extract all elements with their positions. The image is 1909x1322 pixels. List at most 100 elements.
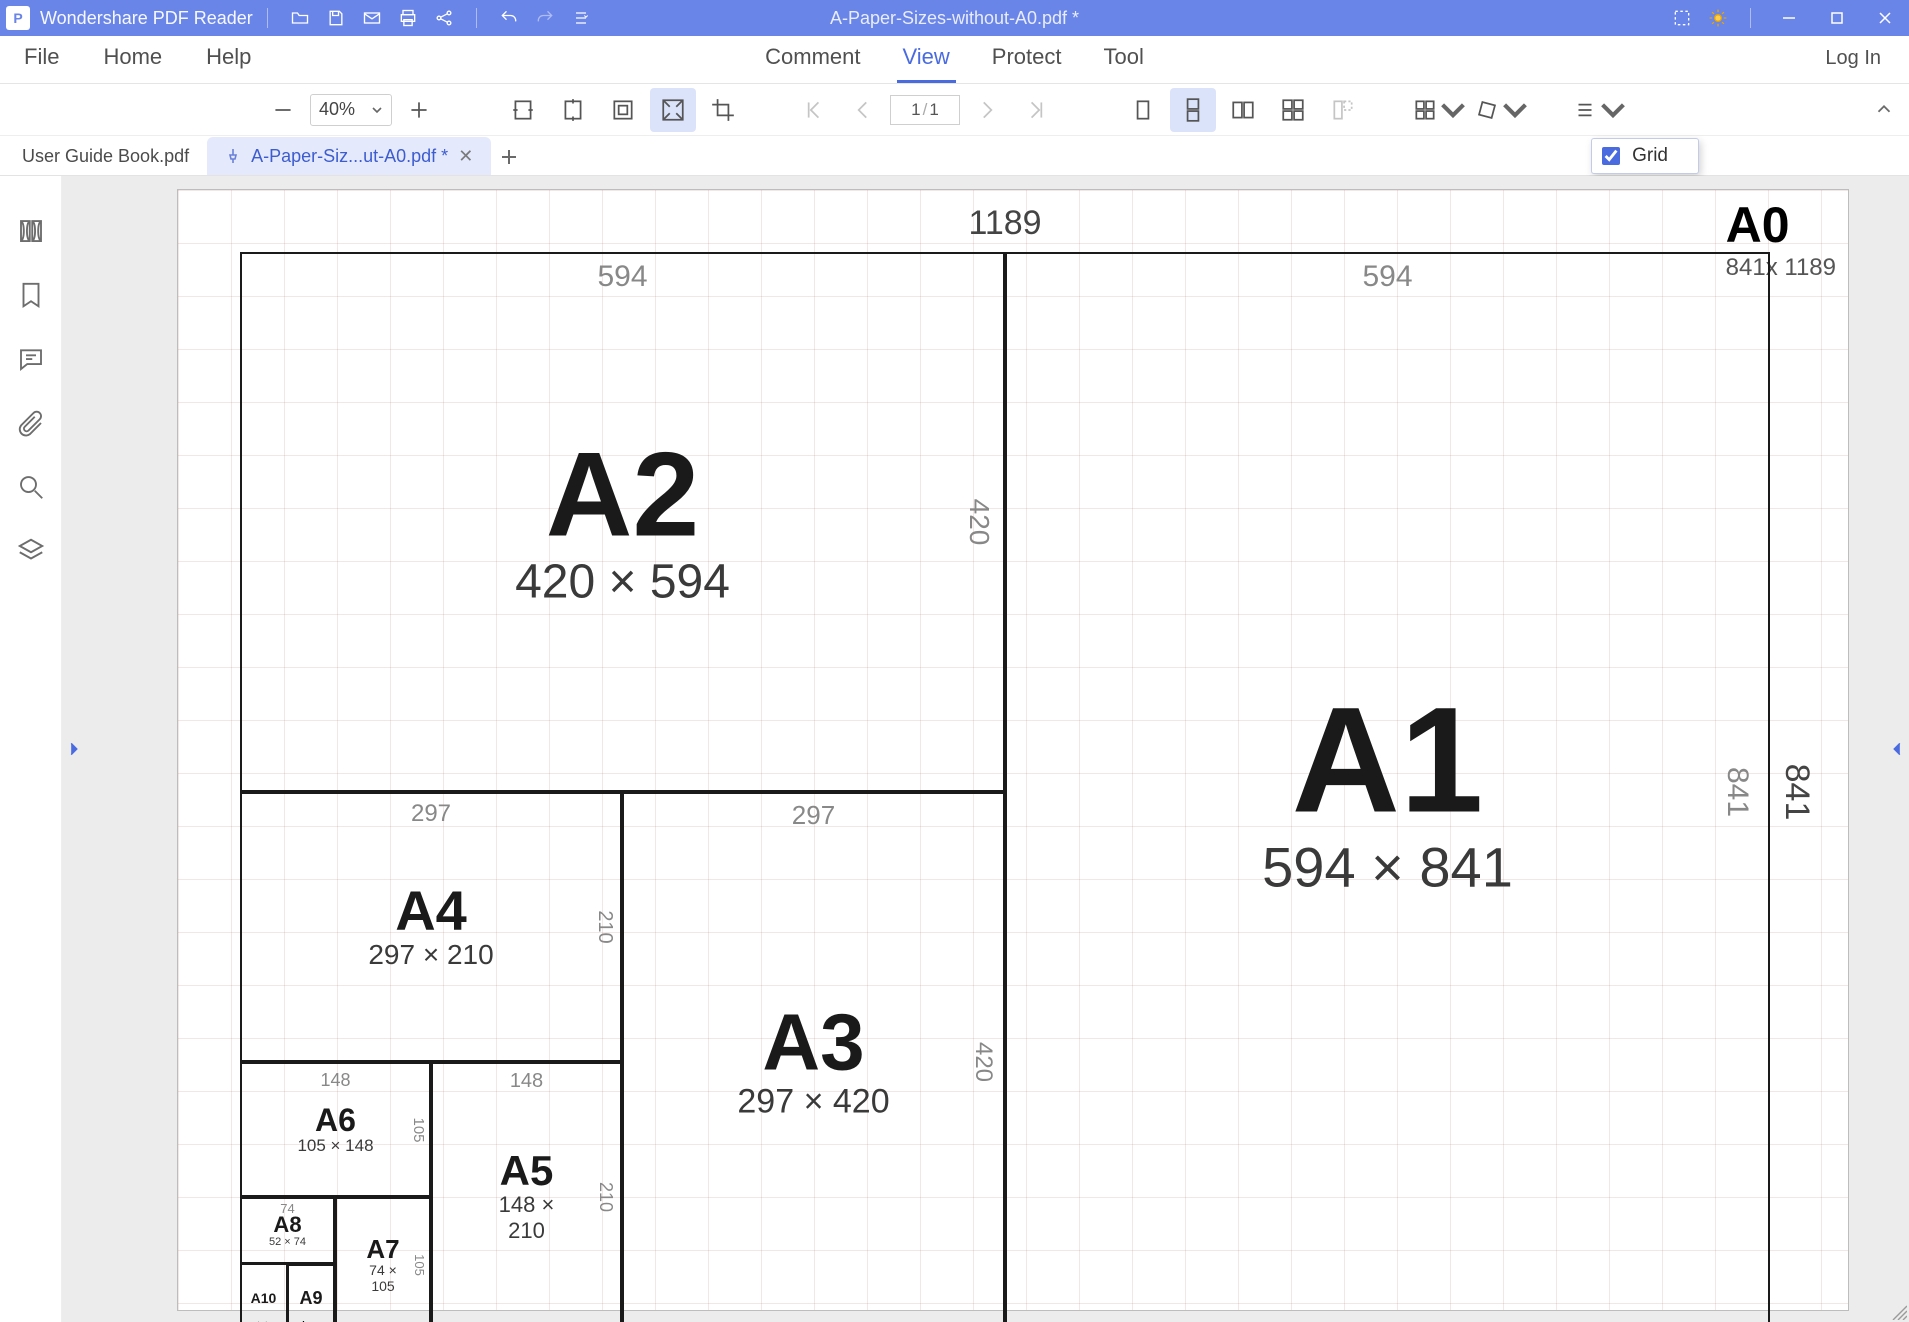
menu-home[interactable]: Home: [97, 44, 168, 83]
menu-view[interactable]: View: [897, 44, 956, 83]
share-icon[interactable]: [426, 0, 462, 36]
document-tab-userguide[interactable]: User Guide Book.pdf: [4, 137, 207, 175]
fit-page-icon[interactable]: [600, 88, 646, 132]
box-a1: 594 841 A1 594 × 841: [1005, 252, 1770, 1322]
a9-name: A9: [299, 1289, 322, 1307]
menu-comment[interactable]: Comment: [759, 44, 866, 83]
window-minimize-button[interactable]: [1765, 0, 1813, 36]
separator: [476, 8, 477, 28]
a2-name: A2: [515, 435, 730, 555]
paper-size-diagram: 1189 841 A0 841x 1189 594 841 A1 594 × 8…: [240, 252, 1770, 1322]
list-dropdown[interactable]: [1570, 88, 1628, 132]
view-toolbar: 40% 1 / 1: [0, 84, 1909, 136]
a5-name: A5: [480, 1150, 574, 1192]
undo-icon[interactable]: [491, 0, 527, 36]
left-side-panel: [0, 176, 62, 1322]
expand-right-panel-handle[interactable]: [1889, 719, 1905, 779]
menu-help[interactable]: Help: [200, 44, 257, 83]
app-logo-icon: P: [6, 6, 30, 30]
print-icon[interactable]: [390, 0, 426, 36]
theme-sun-icon[interactable]: [1700, 0, 1736, 36]
a1-width: 594: [1362, 260, 1412, 294]
save-icon[interactable]: [318, 0, 354, 36]
expand-left-panel-handle[interactable]: [66, 719, 82, 779]
tab-close-button[interactable]: ✕: [458, 146, 473, 167]
mail-icon[interactable]: [354, 0, 390, 36]
menu-file[interactable]: File: [18, 44, 65, 83]
app-name: Wondershare PDF Reader: [40, 8, 253, 29]
comments-icon[interactable]: [16, 344, 46, 374]
fit-height-icon[interactable]: [550, 88, 596, 132]
first-page-button[interactable]: [790, 88, 836, 132]
thumbnails-icon[interactable]: [16, 216, 46, 246]
a5-height: 210: [595, 1182, 616, 1212]
box-a2: 594 420 A2 420 × 594: [240, 252, 1005, 792]
pdf-page: 1189 841 A0 841x 1189 594 841 A1 594 × 8…: [178, 190, 1848, 1310]
redo-icon[interactable]: [527, 0, 563, 36]
zoom-select[interactable]: 40%: [310, 94, 392, 126]
menu-bar: File Home Help Comment View Protect Tool…: [0, 36, 1909, 84]
continuous-page-icon[interactable]: [1170, 88, 1216, 132]
bookmarks-icon[interactable]: [16, 280, 46, 310]
screenshot-icon[interactable]: [1664, 0, 1700, 36]
crop-icon[interactable]: [700, 88, 746, 132]
box-a10: A10: [240, 1264, 287, 1322]
grid-label: Grid: [1632, 145, 1668, 167]
a6-dims: 105 × 148: [297, 1136, 373, 1156]
a4-dims: 297 × 210: [368, 939, 493, 971]
collapse-ribbon-button[interactable]: [1873, 98, 1895, 120]
box-a8: 74 A8 52 × 74: [240, 1197, 335, 1264]
page-indicator[interactable]: 1 / 1: [890, 95, 960, 125]
quickaccess-dropdown-icon[interactable]: [563, 0, 599, 36]
pin-icon: [225, 148, 241, 164]
single-page-icon[interactable]: [1120, 88, 1166, 132]
a1-name: A1: [1262, 685, 1513, 835]
box-a9: A9: [287, 1264, 335, 1322]
a4-height: 210: [593, 910, 616, 943]
two-page-continuous-icon[interactable]: [1270, 88, 1316, 132]
a2-height: 420: [963, 499, 995, 546]
a10-name: A10: [251, 1291, 277, 1305]
a7-height: 105: [412, 1254, 427, 1276]
actual-size-icon[interactable]: [650, 88, 696, 132]
menu-tool[interactable]: Tool: [1098, 44, 1150, 83]
prev-page-button[interactable]: [840, 88, 886, 132]
attachments-icon[interactable]: [16, 408, 46, 438]
cover-page-icon[interactable]: [1320, 88, 1366, 132]
window-resize-grip[interactable]: [1889, 1302, 1907, 1320]
a7-dims: 74 × 105: [360, 1262, 406, 1294]
a3-height: 420: [969, 1042, 997, 1082]
open-file-icon[interactable]: [282, 0, 318, 36]
a8-name: A8: [269, 1214, 306, 1236]
a2-width: 594: [597, 260, 647, 294]
last-page-button[interactable]: [1014, 88, 1060, 132]
window-maximize-button[interactable]: [1813, 0, 1861, 36]
zoom-out-button[interactable]: [260, 88, 306, 132]
tab-label: A-Paper-Siz...ut-A0.pdf *: [251, 146, 448, 167]
fit-width-icon[interactable]: [500, 88, 546, 132]
window-close-button[interactable]: [1861, 0, 1909, 36]
a6-height: 105: [410, 1117, 427, 1142]
next-page-button[interactable]: [964, 88, 1010, 132]
new-tab-button[interactable]: [491, 139, 527, 175]
search-icon[interactable]: [16, 472, 46, 502]
grid-tooltip: Grid: [1591, 138, 1699, 174]
ruler-top-1189: 1189: [240, 204, 1770, 243]
background-dropdown[interactable]: [1410, 88, 1468, 132]
a5-width: 148: [510, 1070, 543, 1093]
tab-label: User Guide Book.pdf: [22, 146, 189, 167]
layers-icon[interactable]: [16, 536, 46, 566]
two-page-icon[interactable]: [1220, 88, 1266, 132]
document-tab-active[interactable]: A-Paper-Siz...ut-A0.pdf * ✕: [207, 137, 491, 175]
grid-checkbox[interactable]: [1602, 147, 1620, 165]
rotate-dropdown[interactable]: [1472, 88, 1530, 132]
login-button[interactable]: Log In: [1819, 47, 1887, 83]
a0-name: A0: [1726, 196, 1836, 254]
a6-width: 148: [320, 1070, 350, 1091]
a4-width: 297: [411, 800, 451, 828]
a3-dims: 297 × 420: [737, 1083, 889, 1122]
menu-protect[interactable]: Protect: [986, 44, 1068, 83]
zoom-in-button[interactable]: [396, 88, 442, 132]
document-canvas[interactable]: 1189 841 A0 841x 1189 594 841 A1 594 × 8…: [62, 176, 1909, 1322]
a1-height: 841: [1720, 767, 1754, 817]
